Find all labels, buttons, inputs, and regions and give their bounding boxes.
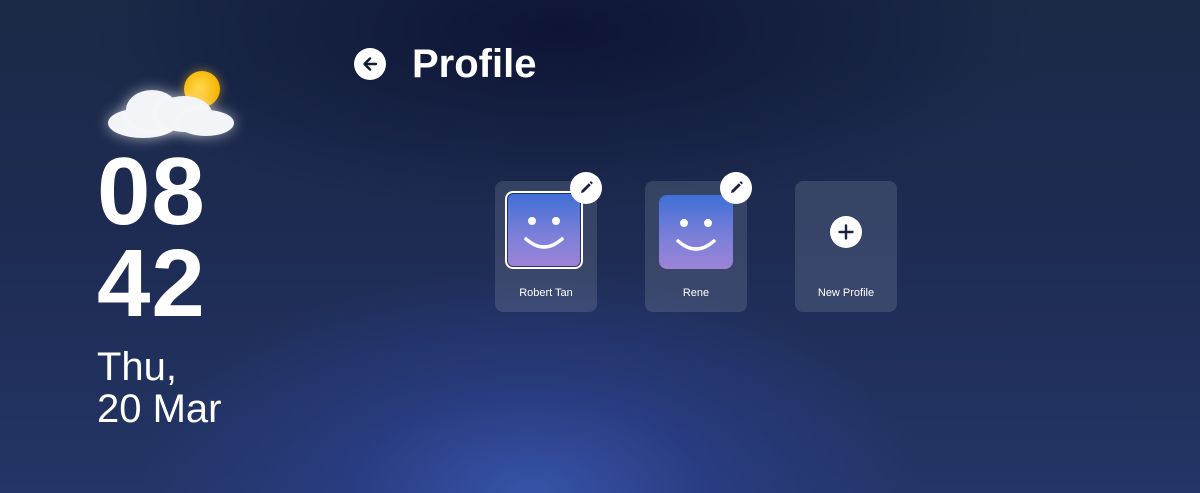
avatar [505, 191, 583, 269]
weather-icon [104, 68, 238, 140]
plus-icon [830, 216, 862, 248]
pencil-icon [731, 181, 743, 193]
profile-name: Robert Tan [519, 287, 573, 299]
arrow-left-icon [363, 57, 378, 71]
avatar [659, 195, 733, 269]
profile-card-rene[interactable]: Rene [645, 172, 752, 312]
smiley-face-icon [524, 217, 564, 249]
smiley-face-icon [676, 219, 716, 251]
pencil-icon [581, 181, 593, 193]
date-day-month: 20 Mar [97, 387, 222, 431]
profile-name: Rene [682, 287, 710, 299]
new-profile-button[interactable]: New Profile [795, 181, 897, 312]
cloud-icon [108, 84, 236, 140]
clock: 08 42 [97, 138, 206, 337]
profile-card-robert-tan[interactable]: Robert Tan [495, 172, 602, 312]
new-profile-label: New Profile [817, 287, 875, 299]
clock-minutes: 42 [97, 230, 206, 337]
date: Thu, 20 Mar [97, 346, 222, 430]
page-header: Profile [354, 40, 536, 88]
back-button[interactable] [354, 48, 386, 80]
page-title: Profile [412, 42, 537, 86]
edit-profile-button[interactable] [720, 172, 752, 204]
edit-profile-button[interactable] [570, 172, 602, 204]
clock-hours: 08 [97, 138, 206, 245]
date-weekday: Thu, [97, 345, 178, 389]
